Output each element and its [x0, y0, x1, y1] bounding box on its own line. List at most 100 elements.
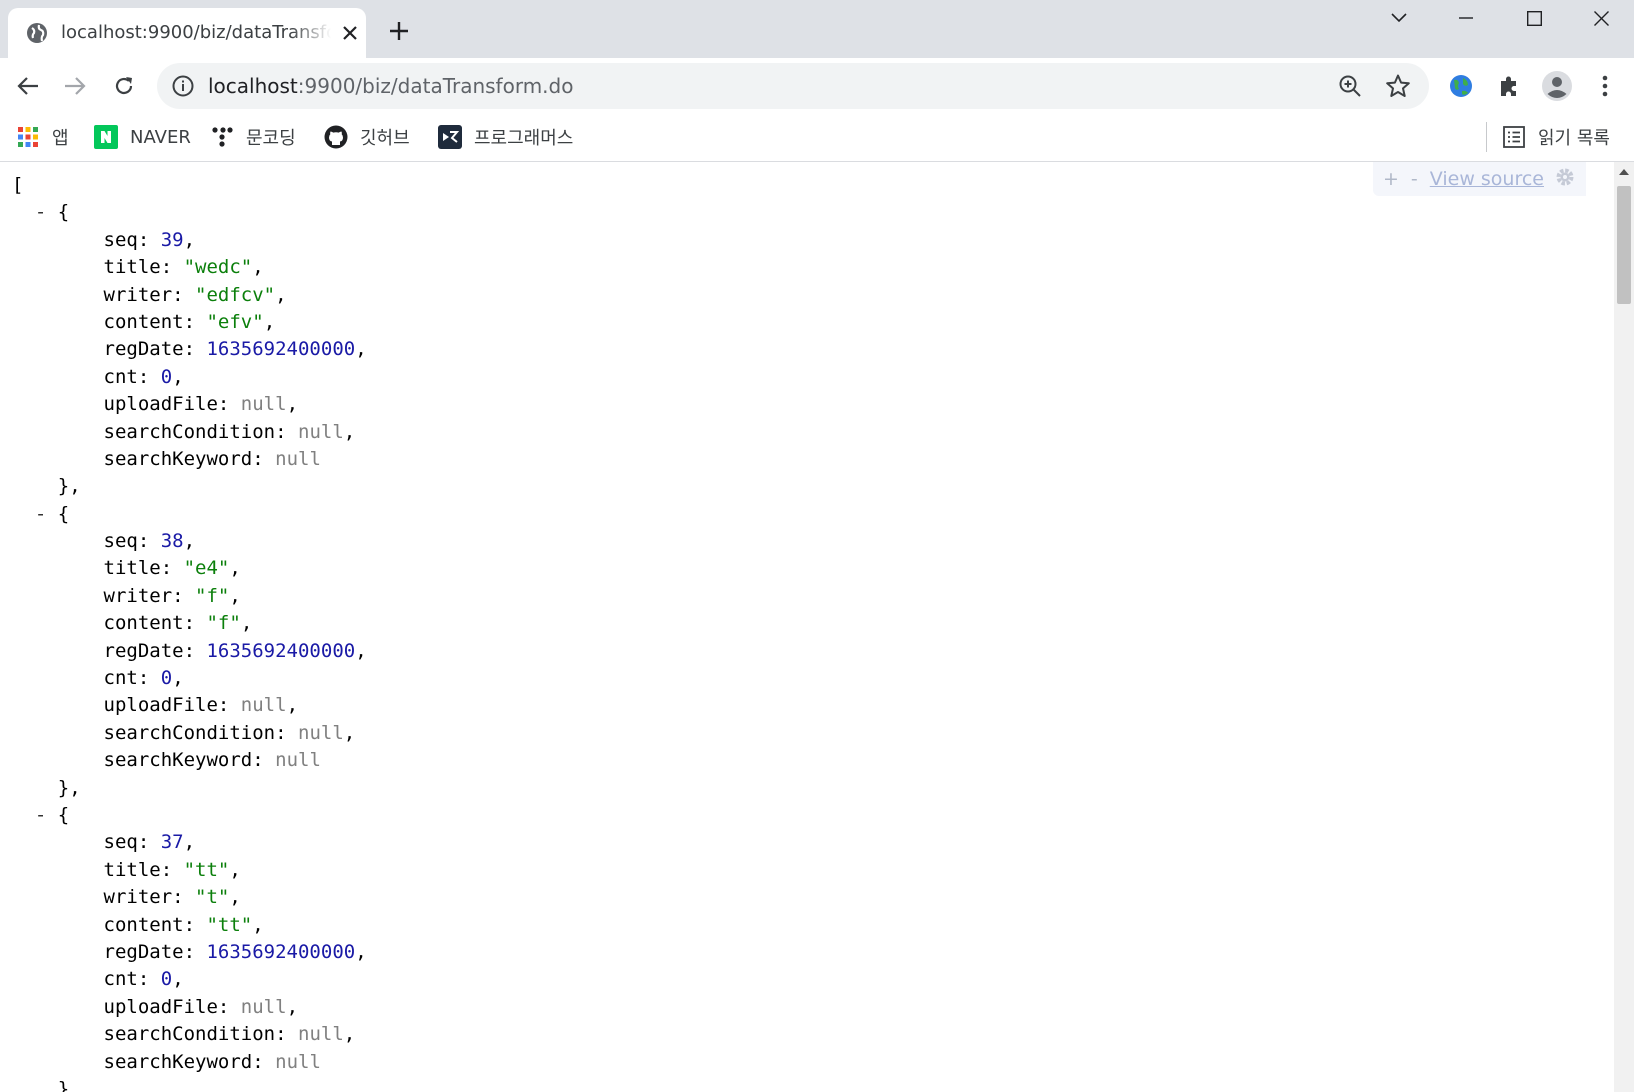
- bookmark-label: 프로그래머스: [474, 128, 574, 149]
- json-value: "e4": [183, 557, 230, 580]
- json-value: "edfcv": [195, 283, 276, 306]
- bookmark-mooncoding[interactable]: 문코딩: [210, 122, 296, 152]
- reading-list-label: 읽기 목록: [1538, 128, 1610, 149]
- bookmark-label: 앱: [52, 128, 69, 149]
- json-property: content: "efv",: [103, 310, 276, 333]
- json-value: null: [240, 694, 287, 717]
- site-info-icon[interactable]: [171, 74, 195, 98]
- url-text[interactable]: localhost:9900/biz/dataTransform.do: [208, 63, 573, 109]
- bookmark-programmers[interactable]: 프로그래머스: [438, 122, 573, 152]
- json-value: null: [275, 447, 321, 470]
- json-key: writer: [103, 584, 173, 607]
- settings-gear-icon[interactable]: [1554, 166, 1576, 193]
- json-key: seq: [103, 530, 138, 553]
- json-key: title: [103, 256, 161, 279]
- close-tab-icon[interactable]: [338, 21, 362, 45]
- json-key: searchCondition: [103, 1023, 276, 1046]
- json-value: 1635692400000: [206, 940, 356, 963]
- earth-extension-icon[interactable]: [1445, 70, 1477, 102]
- json-close-brace: },: [57, 1077, 81, 1092]
- json-record-open: - {: [12, 802, 367, 829]
- json-value: "f": [206, 612, 241, 635]
- bookmark-apps[interactable]: 앱: [16, 122, 69, 152]
- json-key: title: [103, 858, 161, 881]
- scrollbar-thumb[interactable]: [1617, 186, 1631, 304]
- reload-icon[interactable]: [106, 68, 142, 104]
- minimize-icon[interactable]: [1433, 0, 1499, 36]
- json-open-brace: {: [57, 803, 70, 826]
- bookmark-label: NAVER: [130, 126, 191, 148]
- json-key: uploadFile: [103, 393, 218, 416]
- json-property: title: "tt",: [103, 858, 241, 881]
- json-property: writer: "f",: [103, 584, 241, 607]
- json-value: null: [275, 749, 321, 772]
- globe-icon: [26, 22, 48, 44]
- bookmark-star-icon[interactable]: [1385, 73, 1411, 99]
- json-value: 37: [160, 831, 184, 854]
- bookmark-github[interactable]: 깃허브: [324, 122, 410, 152]
- zoom-in-icon[interactable]: [1337, 73, 1363, 99]
- json-property: searchKeyword: null: [103, 1050, 321, 1073]
- close-window-icon[interactable]: [1568, 0, 1634, 36]
- more-menu-icon[interactable]: [1589, 70, 1621, 102]
- json-close-brace: },: [57, 475, 81, 498]
- json-property: searchCondition: null,: [103, 420, 356, 443]
- json-record-open: - {: [12, 501, 367, 528]
- active-tab[interactable]: localhost:9900/biz/dataTransform.do: [8, 8, 366, 58]
- collapse-toggle[interactable]: -: [35, 503, 46, 525]
- view-source-link[interactable]: View source: [1430, 168, 1544, 190]
- json-value: "tt": [183, 858, 230, 881]
- expand-all-button[interactable]: +: [1383, 168, 1399, 190]
- json-viewer-controls: + - View source: [1372, 162, 1586, 196]
- json-value: null: [240, 393, 287, 416]
- json-property: uploadFile: null,: [103, 694, 299, 717]
- json-property: searchKeyword: null: [103, 749, 321, 772]
- tab-search-chevron-down-icon[interactable]: [1366, 0, 1432, 36]
- collapse-toggle[interactable]: -: [35, 201, 46, 223]
- json-key: regDate: [103, 940, 184, 963]
- collapse-toggle[interactable]: -: [35, 804, 46, 826]
- forward-arrow-icon[interactable]: [57, 68, 93, 104]
- json-value: null: [240, 995, 287, 1018]
- json-value: 38: [160, 530, 184, 553]
- github-icon: [324, 125, 348, 149]
- vertical-scrollbar[interactable]: [1614, 162, 1634, 1092]
- json-key: searchKeyword: [103, 447, 253, 470]
- json-close-brace: },: [57, 776, 81, 799]
- json-value: "tt": [206, 913, 253, 936]
- json-property: searchKeyword: null: [103, 447, 321, 470]
- json-value: null: [275, 1050, 321, 1073]
- json-key: title: [103, 557, 161, 580]
- json-key: content: [103, 612, 184, 635]
- json-key: seq: [103, 228, 138, 251]
- json-record-close: },: [12, 1076, 367, 1092]
- json-key: regDate: [103, 338, 184, 361]
- json-property: regDate: 1635692400000,: [103, 338, 367, 361]
- json-property: title: "wedc",: [103, 256, 264, 279]
- json-record-close: },: [12, 473, 367, 500]
- json-property: cnt: 0,: [103, 365, 184, 388]
- scroll-up-arrow-icon[interactable]: [1614, 162, 1634, 182]
- json-value: null: [298, 721, 344, 744]
- new-tab-plus-icon[interactable]: [386, 18, 412, 44]
- collapse-all-button[interactable]: -: [1411, 168, 1418, 190]
- json-property: searchCondition: null,: [103, 721, 356, 744]
- address-bar[interactable]: localhost:9900/biz/dataTransform.do: [157, 63, 1429, 109]
- extensions-puzzle-icon[interactable]: [1493, 70, 1525, 102]
- json-open-bracket: [: [12, 174, 24, 196]
- json-key: regDate: [103, 639, 184, 662]
- json-property: writer: "t",: [103, 886, 241, 909]
- back-arrow-icon[interactable]: [10, 68, 46, 104]
- maximize-icon[interactable]: [1501, 0, 1567, 36]
- reading-list-button[interactable]: 읽기 목록: [1502, 122, 1610, 152]
- json-property: seq: 38,: [103, 530, 196, 553]
- naver-logo-icon: [94, 125, 118, 149]
- json-record-open: - {: [12, 199, 367, 226]
- json-property: cnt: 0,: [103, 968, 184, 991]
- json-value: 1635692400000: [206, 338, 356, 361]
- json-value: 0: [160, 667, 173, 690]
- bookmark-naver[interactable]: NAVER: [94, 122, 191, 152]
- json-value: 0: [160, 968, 173, 991]
- profile-avatar-icon[interactable]: [1541, 70, 1573, 102]
- bookmarks-separator: [1486, 122, 1487, 152]
